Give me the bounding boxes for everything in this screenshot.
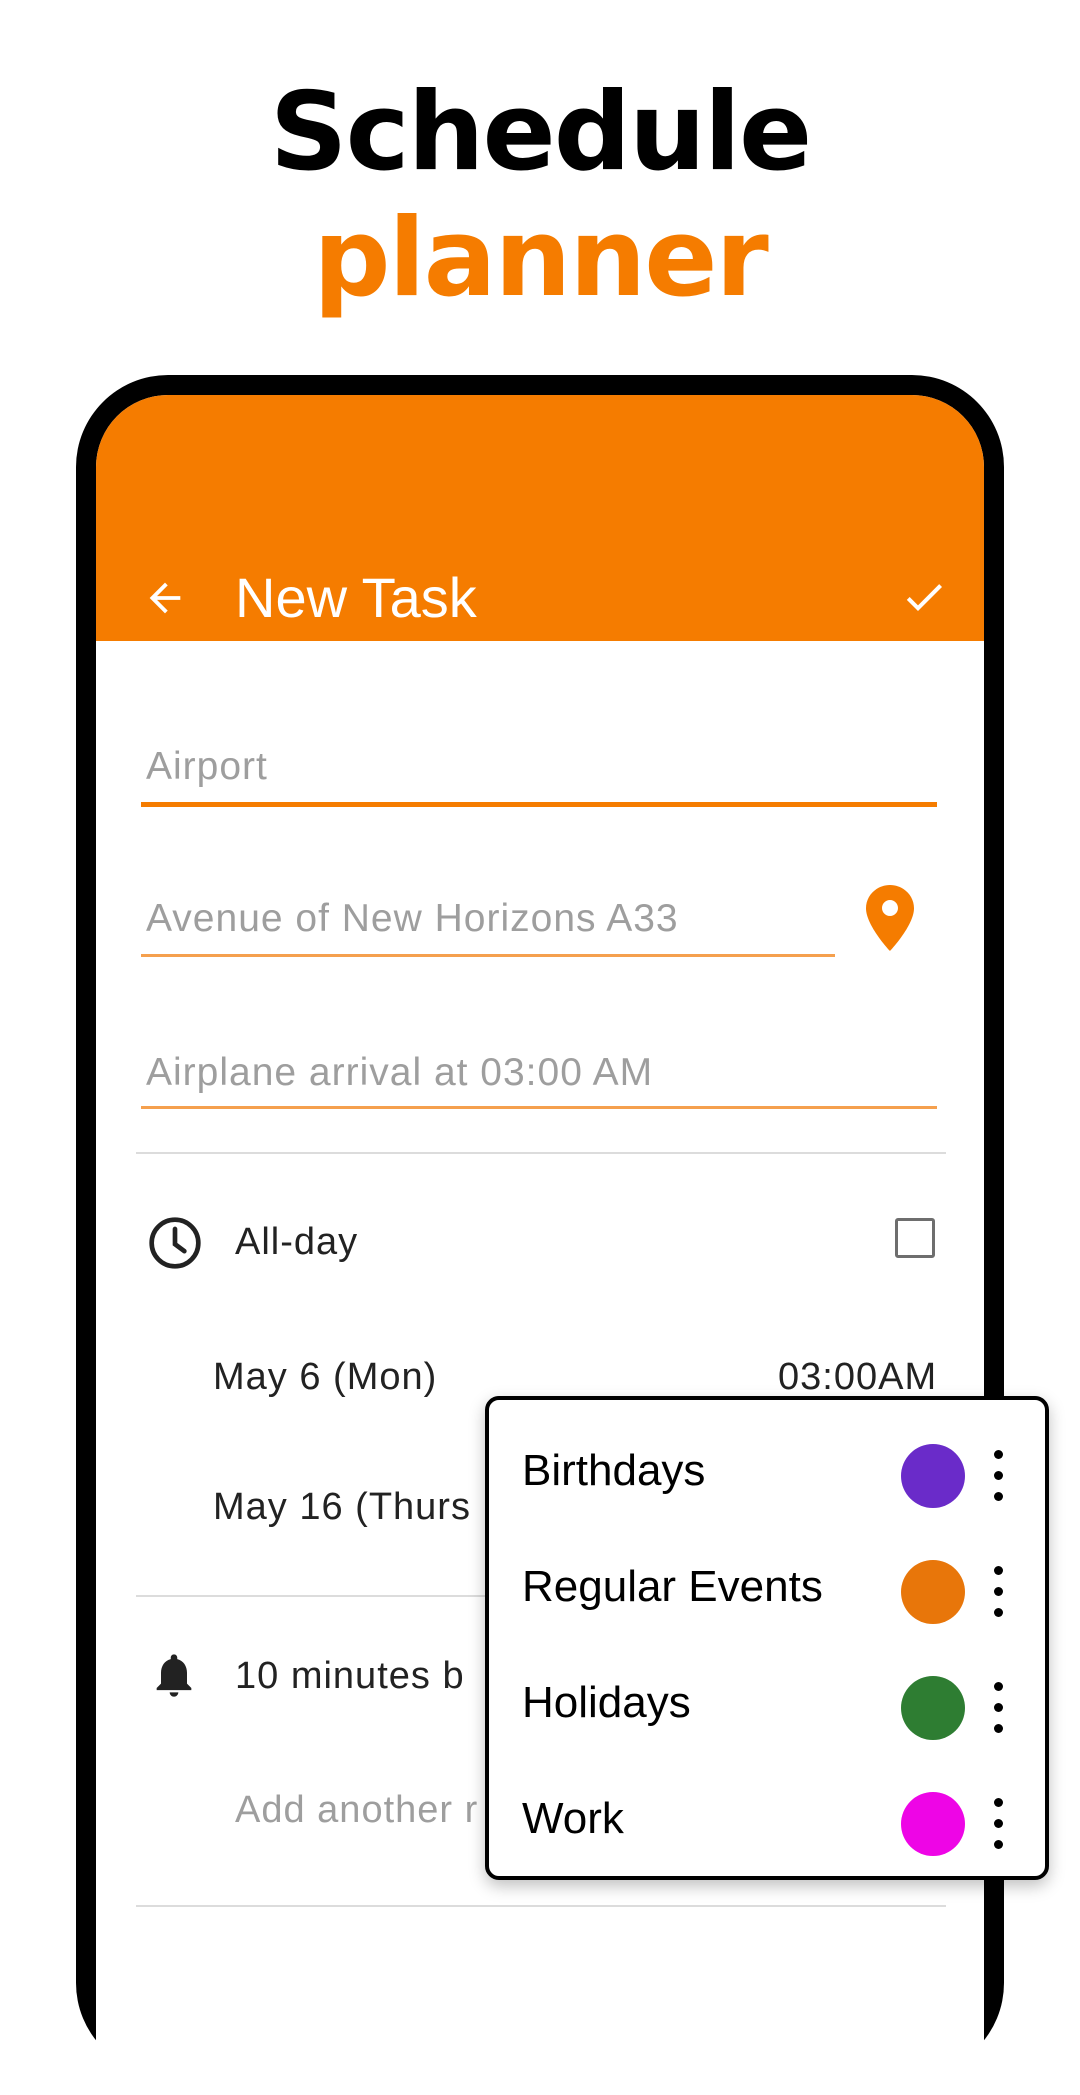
- title-field[interactable]: Airport: [141, 737, 937, 807]
- calendar-item-label: Work: [522, 1794, 624, 1843]
- add-reminder-button[interactable]: Add another r: [235, 1789, 478, 1832]
- calendar-item-label: Holidays: [522, 1678, 691, 1727]
- clock-icon: [149, 1217, 201, 1269]
- calendar-item-regular-events[interactable]: Regular Events: [489, 1522, 1045, 1638]
- all-day-checkbox[interactable]: [895, 1218, 935, 1258]
- more-vert-icon[interactable]: [989, 1566, 1007, 1618]
- title-field-placeholder: Airport: [146, 745, 268, 788]
- calendar-color-dot: [901, 1792, 965, 1856]
- divider: [136, 1152, 946, 1154]
- bell-icon: [156, 1654, 192, 1697]
- calendar-item-holidays[interactable]: Holidays: [489, 1638, 1045, 1754]
- calendar-item-birthdays[interactable]: Birthdays: [489, 1406, 1045, 1522]
- headline-schedule: Schedule: [269, 70, 812, 195]
- description-field[interactable]: Airplane arrival at 03:00 AM: [141, 1037, 937, 1109]
- calendar-item-label: Birthdays: [522, 1446, 706, 1495]
- location-field[interactable]: Avenue of New Horizons A33: [141, 887, 835, 957]
- location-field-placeholder: Avenue of New Horizons A33: [146, 897, 679, 940]
- calendar-color-dot: [901, 1676, 965, 1740]
- calendar-color-dot: [901, 1560, 965, 1624]
- description-field-placeholder: Airplane arrival at 03:00 AM: [146, 1051, 654, 1094]
- calendar-item-label: Regular Events: [522, 1562, 823, 1611]
- start-date[interactable]: May 6 (Mon): [213, 1356, 437, 1399]
- more-vert-icon[interactable]: [989, 1798, 1007, 1850]
- reminder-label[interactable]: 10 minutes b: [235, 1655, 465, 1698]
- arrow-left-icon[interactable]: [142, 575, 188, 621]
- all-day-label: All-day: [235, 1221, 359, 1263]
- app-bar: New Task: [96, 395, 984, 641]
- location-field-underline: [141, 954, 835, 957]
- check-icon[interactable]: [900, 573, 948, 621]
- headline-planner: planner: [313, 196, 769, 321]
- page-title: New Task: [235, 566, 477, 629]
- end-date[interactable]: May 16 (Thurs: [213, 1486, 471, 1529]
- start-time[interactable]: 03:00AM: [778, 1356, 937, 1399]
- calendar-menu: Birthdays Regular Events Holidays Work: [485, 1396, 1049, 1880]
- more-vert-icon[interactable]: [989, 1450, 1007, 1502]
- more-vert-icon[interactable]: [989, 1682, 1007, 1734]
- calendar-color-dot: [901, 1444, 965, 1508]
- calendar-item-work[interactable]: Work: [489, 1754, 1045, 1870]
- divider: [136, 1905, 946, 1907]
- title-field-underline: [141, 802, 937, 807]
- description-field-underline: [141, 1106, 937, 1109]
- location-pin-icon[interactable]: [866, 885, 914, 951]
